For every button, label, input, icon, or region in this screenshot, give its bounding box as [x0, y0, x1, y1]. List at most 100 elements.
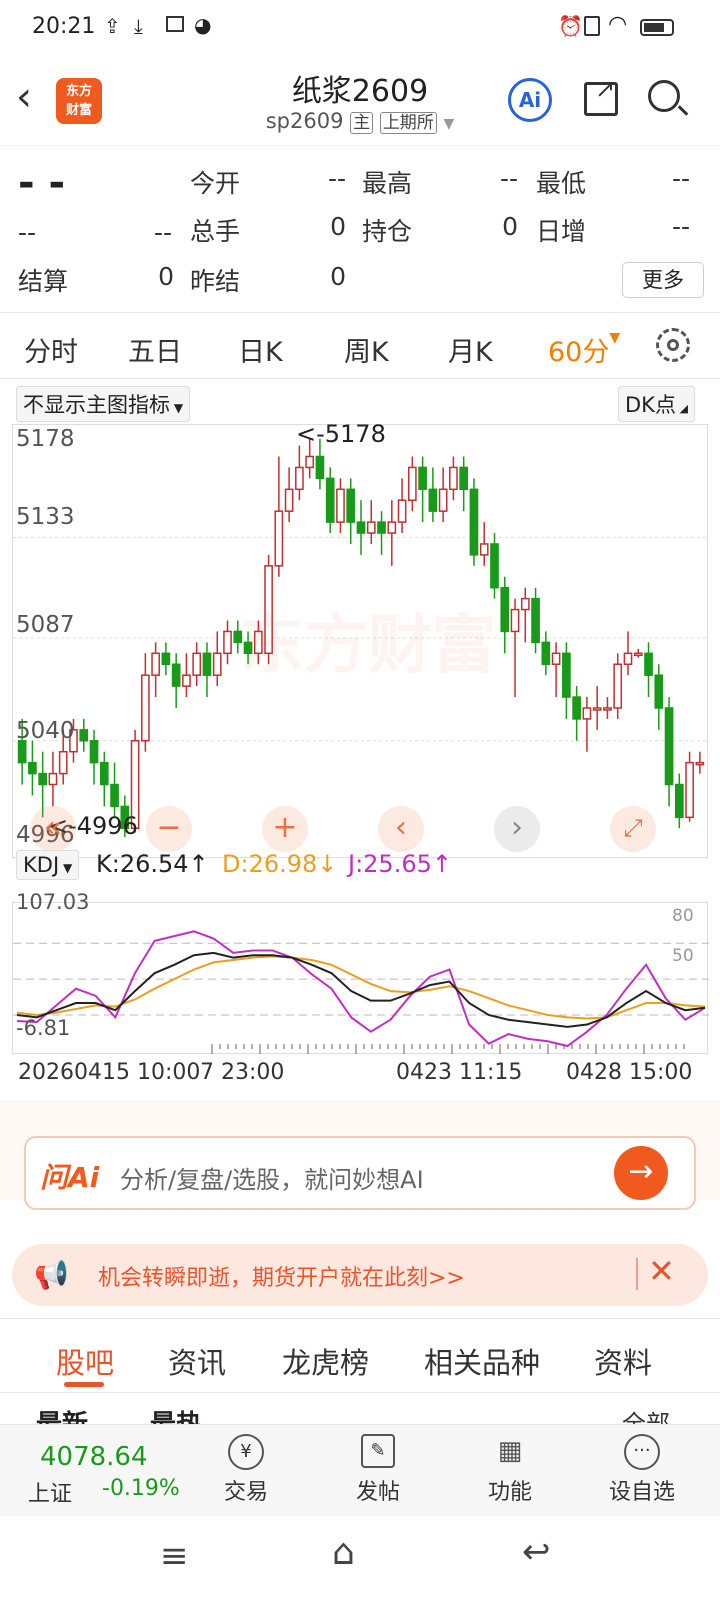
close-icon[interactable]: ✕ [648, 1252, 675, 1290]
sort-latest[interactable]: 最新 [36, 1404, 88, 1424]
search-icon[interactable] [648, 80, 689, 116]
candle [603, 697, 612, 719]
kdj-select[interactable]: KDJ ▼ [16, 850, 80, 880]
divider [0, 378, 720, 379]
high-value: -- [499, 164, 518, 193]
candle [89, 729, 99, 785]
ai-icon[interactable]: Ai [508, 78, 552, 122]
main-indicator-select[interactable]: 不显示主图指标 ▼ [16, 386, 191, 422]
y-tick-label: 5133 [16, 504, 75, 530]
tabbar-post[interactable]: ✎ 发帖 [328, 1434, 428, 1506]
wechat-icon: ◕ [194, 13, 212, 37]
candle [664, 697, 674, 807]
kdj-min-label: -6.81 [16, 1016, 71, 1040]
candle [469, 478, 479, 566]
tabbar-post-label: 发帖 [355, 1480, 400, 1505]
candle [336, 478, 345, 534]
candle [295, 445, 304, 501]
candle [110, 762, 119, 818]
last-price: - - [18, 160, 66, 206]
kdj-d-line [16, 955, 706, 1020]
low-value: -- [671, 164, 690, 193]
battery-icon [640, 19, 674, 36]
arrow-right-icon[interactable]: → [614, 1146, 668, 1200]
kdj-d-value: D:26.98↓ [222, 850, 338, 878]
fullscreen-button[interactable]: ⤢ [610, 806, 656, 852]
index-name: 上证 [28, 1482, 73, 1507]
zoom-in-button[interactable]: + [262, 806, 308, 852]
dk-point-label: DK点 [625, 393, 676, 417]
divider [636, 1258, 638, 1290]
settings-gear-icon[interactable] [656, 328, 690, 362]
candle [377, 511, 386, 555]
daily-increase-value: -- [671, 212, 690, 241]
back-nav-icon[interactable]: ↩ [522, 1532, 551, 1572]
tab-60min[interactable]: 60分▼ [548, 330, 620, 369]
tab-five-day[interactable]: 五日 [128, 330, 182, 369]
candle [459, 456, 469, 512]
candle [592, 686, 602, 730]
candle [695, 751, 705, 774]
kdj-k-line [16, 951, 706, 1028]
tab-news[interactable]: 资讯 [168, 1340, 226, 1382]
tab-guba[interactable]: 股吧 [56, 1340, 114, 1382]
candle [192, 642, 202, 687]
watermark: 东方财富 [240, 609, 496, 683]
tab-daily-k[interactable]: 日K [238, 330, 283, 369]
tabbar-trade[interactable]: ¥ 交易 [196, 1434, 296, 1506]
promo-banner[interactable]: 📢 机会转瞬即逝，期货开户就在此刻>> ✕ [12, 1244, 708, 1306]
x-axis-label: 7 23:00 [200, 1060, 285, 1085]
candle [397, 478, 407, 534]
active-tab-indicator [64, 1382, 104, 1387]
wifi-icon: ◠ [608, 12, 628, 37]
more-button[interactable]: 更多 [622, 262, 704, 298]
tabbar-add-watchlist[interactable]: ··· 设自选 [592, 1434, 692, 1506]
settle-value: 0 [158, 262, 174, 291]
contract-subtitle[interactable]: sp2609 主 上期所 ▼ [180, 108, 540, 134]
tabbar-functions[interactable]: ▦ 功能 [460, 1434, 560, 1506]
more-dots-icon: ··· [624, 1434, 660, 1470]
zoom-out-button[interactable]: − [146, 806, 192, 852]
dropdown-icon: ▼ [59, 861, 73, 875]
filter-all[interactable]: 全部 [622, 1404, 670, 1424]
kdj-j-value: J:25.65↑ [348, 850, 452, 878]
tab-monthly-k[interactable]: 月K [448, 330, 493, 369]
candle [141, 653, 150, 752]
dropdown-icon: ▼ [170, 401, 184, 415]
menu-icon[interactable]: ≡ [160, 1536, 189, 1576]
tab-related[interactable]: 相关品种 [424, 1340, 540, 1382]
ai-search-box[interactable]: 问Ai 分析/复盘/选股，就问妙想AI → [24, 1136, 696, 1210]
y-tick-label: 5040 [16, 718, 75, 744]
candle [613, 653, 623, 719]
image-icon [166, 16, 184, 32]
home-icon[interactable]: ⌂ [332, 1532, 355, 1573]
logo-text-2: 财富 [65, 103, 92, 118]
candle [520, 587, 530, 643]
upload-icon: ⇪ [104, 14, 121, 38]
candle [79, 718, 89, 752]
scroll-start-button[interactable]: « [30, 806, 76, 852]
scroll-right-button[interactable]: › [494, 806, 540, 852]
kdj-chart[interactable] [12, 902, 709, 1054]
tab-weekly-k[interactable]: 周K [344, 330, 389, 369]
open-interest-label: 持仓 [362, 217, 413, 246]
share-icon[interactable]: ↗ [584, 75, 618, 116]
index-change: -0.19% [102, 1476, 180, 1501]
tab-dragon-tiger[interactable]: 龙虎榜 [282, 1340, 369, 1382]
kdj-select-label: KDJ [23, 853, 60, 877]
dk-point-select[interactable]: DK点 ◢ [618, 386, 695, 422]
tab-profile[interactable]: 资料 [594, 1340, 652, 1382]
sort-hot[interactable]: 最热 [150, 1404, 202, 1424]
scroll-left-button[interactable]: ‹ [378, 806, 424, 852]
candle [356, 500, 366, 555]
back-icon[interactable]: ‹ [16, 74, 32, 120]
candle [428, 467, 438, 523]
ai-search-input[interactable]: 分析/复盘/选股，就问妙想AI [120, 1160, 424, 1195]
candle [284, 467, 294, 523]
candle [531, 587, 540, 654]
divider [0, 1392, 720, 1393]
index-value[interactable]: 4078.64 [40, 1442, 148, 1472]
tab-timeshare[interactable]: 分时 [24, 330, 78, 369]
candle [438, 467, 448, 523]
kdj-max-label: 107.03 [16, 890, 90, 914]
